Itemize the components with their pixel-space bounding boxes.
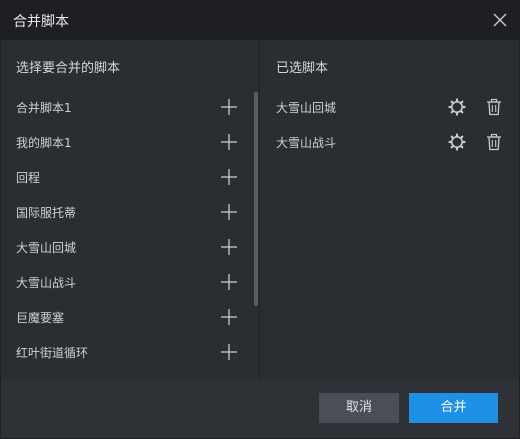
script-label: 大雪山回城 bbox=[16, 241, 77, 255]
list-item: 大雪山回城 bbox=[1, 230, 251, 265]
selected-scripts-list: 大雪山回城 大雪山战斗 bbox=[260, 90, 519, 160]
list-item: 回程 bbox=[1, 160, 251, 195]
trash-icon[interactable] bbox=[485, 98, 503, 116]
script-label: 大雪山战斗 bbox=[16, 276, 77, 290]
selected-scripts-header: 已选脚本 bbox=[276, 61, 329, 76]
script-label: 回程 bbox=[16, 171, 41, 185]
script-label: 我的脚本1 bbox=[16, 136, 72, 150]
available-scripts-pane: 选择要合并的脚本 合并脚本1 我的脚本1 回程 国际服托蒂 大雪山回城 大雪山战… bbox=[1, 40, 259, 379]
plus-icon[interactable] bbox=[220, 203, 238, 221]
list-item: 巨魔要塞 bbox=[1, 300, 251, 335]
list-item: 大雪山回城 bbox=[260, 90, 519, 125]
script-label: 国际服托蒂 bbox=[16, 206, 77, 220]
dialog-footer: 取消 合并 bbox=[1, 379, 519, 438]
list-item: 我的脚本1 bbox=[1, 125, 251, 160]
dialog-body: 选择要合并的脚本 合并脚本1 我的脚本1 回程 国际服托蒂 大雪山回城 大雪山战… bbox=[1, 40, 519, 379]
plus-icon[interactable] bbox=[220, 308, 238, 326]
dialog-title: 合并脚本 bbox=[13, 14, 69, 30]
merge-script-dialog: 合并脚本 选择要合并的脚本 合并脚本1 我的脚本1 回程 国际服托蒂 大雪山回城… bbox=[0, 0, 520, 439]
available-scripts-list: 合并脚本1 我的脚本1 回程 国际服托蒂 大雪山回城 大雪山战斗 巨魔要塞 红叶… bbox=[1, 90, 251, 370]
script-label: 大雪山回城 bbox=[276, 101, 337, 115]
script-label: 合并脚本1 bbox=[16, 101, 72, 115]
list-item: 国际服托蒂 bbox=[1, 195, 251, 230]
plus-icon[interactable] bbox=[220, 273, 238, 291]
plus-icon[interactable] bbox=[220, 343, 238, 361]
list-item: 大雪山战斗 bbox=[1, 265, 251, 300]
merge-button[interactable]: 合并 bbox=[409, 393, 498, 423]
list-item: 红叶街道循环 bbox=[1, 335, 251, 370]
list-item: 合并脚本1 bbox=[1, 90, 251, 125]
cancel-button[interactable]: 取消 bbox=[319, 393, 399, 423]
script-label: 红叶街道循环 bbox=[16, 346, 89, 360]
plus-icon[interactable] bbox=[220, 98, 238, 116]
script-label: 巨魔要塞 bbox=[16, 311, 65, 325]
gear-icon[interactable] bbox=[448, 133, 466, 151]
gear-icon[interactable] bbox=[448, 98, 466, 116]
plus-icon[interactable] bbox=[220, 168, 238, 186]
available-scripts-header: 选择要合并的脚本 bbox=[16, 61, 121, 76]
plus-icon[interactable] bbox=[220, 133, 238, 151]
title-bar: 合并脚本 bbox=[1, 1, 519, 40]
script-label: 大雪山战斗 bbox=[276, 136, 337, 150]
selected-scripts-pane: 已选脚本 大雪山回城 大雪山战斗 bbox=[260, 40, 519, 379]
plus-icon[interactable] bbox=[220, 238, 238, 256]
scrollbar[interactable] bbox=[254, 92, 258, 306]
trash-icon[interactable] bbox=[485, 133, 503, 151]
close-icon[interactable] bbox=[491, 11, 509, 29]
list-item: 大雪山战斗 bbox=[260, 125, 519, 160]
